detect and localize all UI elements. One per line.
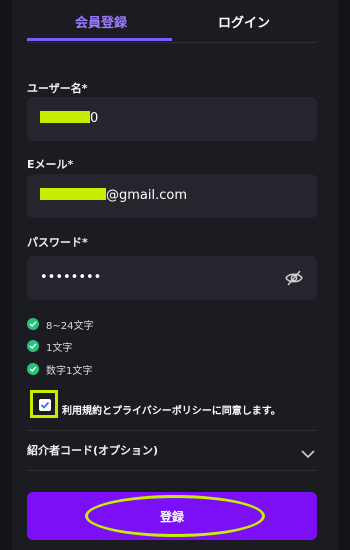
email-value: @gmail.com: [40, 188, 187, 203]
password-rule-text: 数字1文字: [46, 366, 93, 377]
consent-highlight: [30, 390, 58, 418]
email-value-suffix: @gmail.com: [106, 188, 188, 203]
email-label: Eメール*: [27, 158, 74, 171]
referral-label: 紹介者コード(オプション): [27, 444, 159, 457]
redaction-mark: [40, 188, 106, 200]
username-value: 0: [40, 111, 98, 126]
tab-login[interactable]: ログイン: [218, 12, 270, 31]
chevron-down-icon: [301, 444, 315, 463]
signup-panel: 会員登録 ログイン ユーザー名* 0 Eメール* @gmail.com パスワー…: [12, 0, 338, 550]
active-tab-indicator: [27, 38, 172, 41]
redaction-mark: [40, 111, 90, 123]
divider: [27, 470, 317, 471]
password-rule-text: 1文字: [46, 343, 73, 354]
username-value-suffix: 0: [90, 111, 99, 126]
divider: [27, 430, 317, 431]
auth-tabs: 会員登録 ログイン: [27, 0, 317, 43]
password-rule-text: 8~24文字: [46, 321, 94, 332]
consent-text[interactable]: 利用規約とプライバシーポリシーに同意します。: [62, 402, 281, 417]
password-value: ••••••••: [40, 270, 102, 285]
username-label: ユーザー名*: [27, 82, 88, 95]
username-field[interactable]: 0: [27, 97, 317, 141]
consent-checkbox[interactable]: [39, 399, 51, 411]
eye-off-icon[interactable]: [284, 268, 304, 288]
tab-signup[interactable]: 会員登録: [75, 12, 127, 31]
check-circle-icon: [27, 318, 39, 330]
password-field[interactable]: ••••••••: [27, 256, 317, 300]
password-label: パスワード*: [27, 236, 88, 249]
check-circle-icon: [27, 340, 39, 352]
register-button[interactable]: 登録: [27, 492, 317, 540]
email-field[interactable]: @gmail.com: [27, 174, 317, 218]
register-button-label: 登録: [159, 510, 184, 524]
check-circle-icon: [27, 363, 39, 375]
checkbox-checked-icon: [40, 401, 50, 409]
referral-toggle[interactable]: 紹介者コード(オプション): [27, 440, 317, 462]
